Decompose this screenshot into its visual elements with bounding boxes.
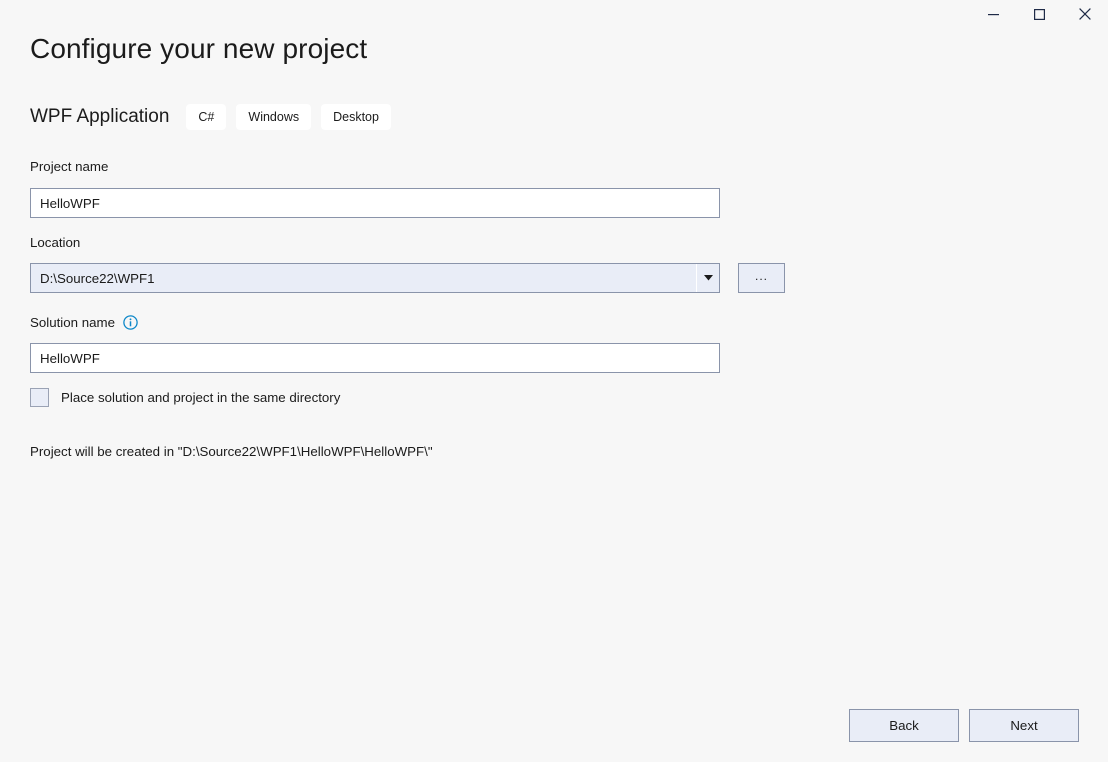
location-dropdown-button[interactable] xyxy=(696,264,719,292)
location-combobox[interactable]: D:\Source22\WPF1 xyxy=(30,263,720,293)
tag-platform: Windows xyxy=(236,104,312,130)
tag-language: C# xyxy=(186,104,227,130)
project-name-input[interactable] xyxy=(30,188,720,218)
browse-location-button[interactable]: ... xyxy=(738,263,785,293)
same-directory-checkbox-row[interactable]: Place solution and project in the same d… xyxy=(30,388,340,407)
configure-project-dialog: Configure your new project WPF Applicati… xyxy=(0,0,1108,762)
window-titlebar xyxy=(0,0,1108,28)
minimize-icon xyxy=(987,13,999,15)
maximize-button[interactable] xyxy=(1016,0,1062,28)
info-icon[interactable] xyxy=(123,315,138,330)
same-directory-label: Place solution and project in the same d… xyxy=(61,390,341,405)
chevron-down-icon xyxy=(703,275,713,281)
location-label: Location xyxy=(30,235,81,250)
close-icon xyxy=(1079,8,1091,20)
template-summary: WPF Application C# Windows Desktop xyxy=(30,103,401,131)
template-name: WPF Application xyxy=(30,106,170,127)
back-button[interactable]: Back xyxy=(849,709,959,742)
project-path-note: Project will be created in "D:\Source22\… xyxy=(30,444,433,459)
page-title: Configure your new project xyxy=(30,33,368,64)
next-button[interactable]: Next xyxy=(969,709,1079,742)
tag-project-type: Desktop xyxy=(321,104,391,130)
maximize-icon xyxy=(1033,8,1045,20)
same-directory-checkbox[interactable] xyxy=(30,388,49,407)
solution-name-label: Solution name xyxy=(30,315,138,330)
solution-name-label-text: Solution name xyxy=(30,315,116,330)
project-name-label: Project name xyxy=(30,159,109,174)
minimize-button[interactable] xyxy=(970,0,1016,28)
location-value: D:\Source22\WPF1 xyxy=(40,270,155,286)
close-button[interactable] xyxy=(1062,0,1108,28)
solution-name-input[interactable] xyxy=(30,343,720,373)
